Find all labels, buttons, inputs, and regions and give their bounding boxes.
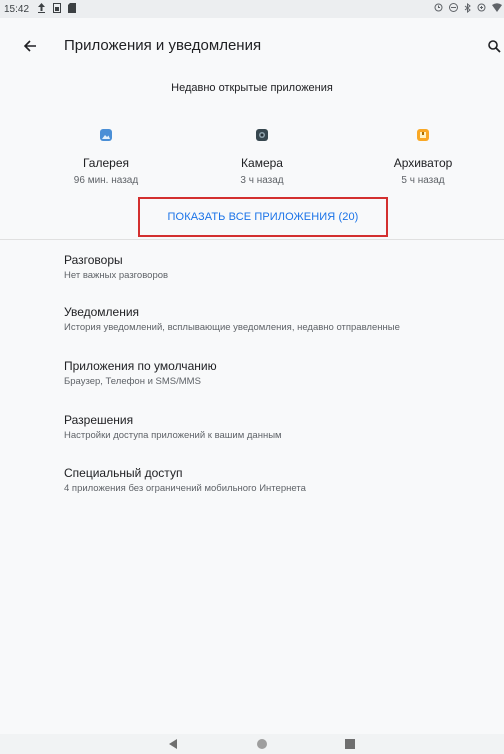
status-time: 15:42 (4, 3, 30, 15)
app-name: Камера (241, 156, 283, 170)
arrow-back-icon (23, 40, 36, 52)
pref-summary: Браузер, Телефон и SMS/MMS (64, 376, 201, 387)
gallery-icon (100, 128, 112, 141)
upload-icon (37, 3, 46, 15)
pref-summary: 4 приложения без ограничений мобильного … (64, 483, 306, 494)
nav-back-icon[interactable] (169, 739, 177, 749)
sd-card-icon (68, 3, 77, 15)
search-icon (488, 40, 501, 53)
archiver-icon (417, 128, 429, 141)
pref-permissions[interactable]: Разрешения Настройки доступа приложений … (64, 413, 494, 441)
back-button[interactable] (18, 34, 42, 58)
app-last-used: 5 ч назад (401, 175, 445, 186)
app-last-used: 96 мин. назад (73, 175, 139, 186)
recent-app-gallery[interactable]: Галерея 96 мин. назад (41, 122, 171, 186)
pref-default-apps[interactable]: Приложения по умолчанию Браузер, Телефон… (64, 359, 494, 387)
camera-icon (256, 128, 268, 141)
recent-app-camera[interactable]: Камера 3 ч назад (197, 122, 327, 186)
sim-icon (53, 3, 62, 15)
navigation-bar (0, 734, 504, 754)
data-saver-icon (477, 3, 486, 15)
pref-special-access[interactable]: Специальный доступ 4 приложения без огра… (64, 466, 494, 494)
status-notification-icons (37, 3, 77, 15)
pref-conversations[interactable]: Разговоры Нет важных разговоров (64, 253, 494, 281)
wifi-icon (492, 3, 502, 15)
pref-summary: История уведомлений, всплывающие уведомл… (64, 322, 400, 333)
pref-summary: Настройки доступа приложений к вашим дан… (64, 430, 282, 441)
app-last-used: 3 ч назад (240, 175, 284, 186)
pref-title: Уведомления (64, 305, 140, 319)
recent-apps-header: Недавно открытые приложения (171, 82, 333, 94)
nav-home-icon[interactable] (257, 739, 267, 749)
pref-summary: Нет важных разговоров (64, 270, 169, 281)
section-divider (0, 239, 504, 240)
search-button[interactable] (486, 35, 504, 57)
recent-app-archiver[interactable]: Архиватор 5 ч назад (358, 122, 488, 186)
status-bar: 15:42 (0, 0, 504, 18)
pref-title: Приложения по умолчанию (64, 359, 217, 373)
status-system-icons (434, 2, 502, 15)
app-name: Галерея (82, 156, 130, 170)
pref-title: Разрешения (64, 413, 134, 427)
show-all-apps-button[interactable]: ПОКАЗАТЬ ВСЕ ПРИЛОЖЕНИЯ (20) (138, 197, 388, 237)
pref-notifications[interactable]: Уведомления История уведомлений, всплыва… (64, 305, 494, 333)
bluetooth-icon (464, 2, 471, 15)
app-bar: Приложения и уведомления (0, 20, 504, 74)
nav-recents-icon[interactable] (345, 739, 355, 749)
pref-title: Разговоры (64, 253, 123, 267)
pref-title: Специальный доступ (64, 466, 183, 480)
dnd-icon (449, 3, 458, 15)
app-name: Архиватор (393, 156, 453, 170)
page-title: Приложения и уведомления (64, 37, 262, 54)
alarm-icon (434, 3, 443, 15)
